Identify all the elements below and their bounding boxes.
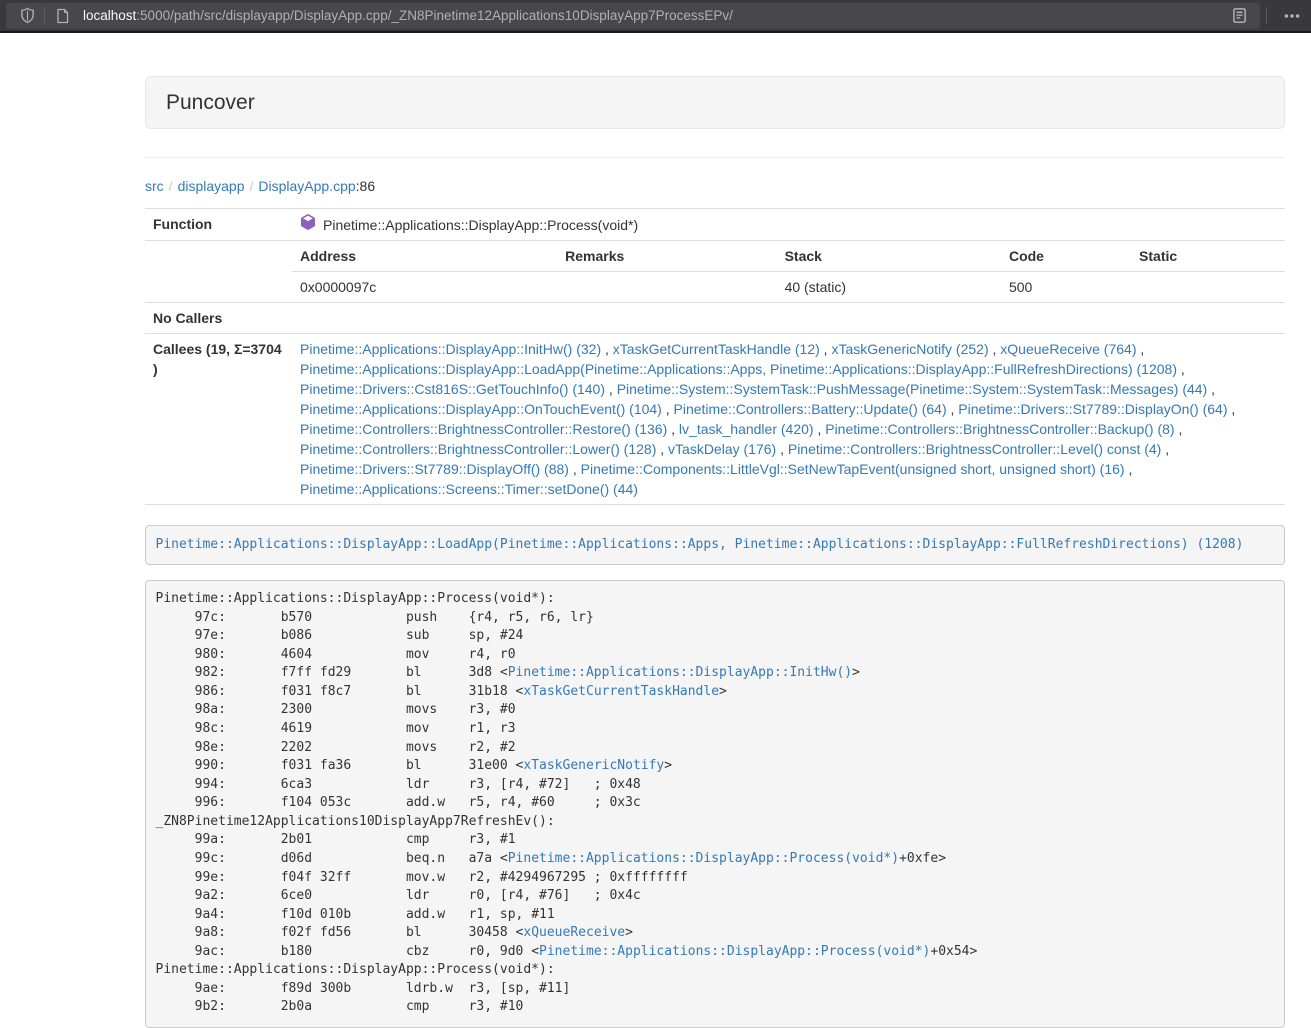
no-callers-label: No Callers (145, 303, 292, 334)
disassembly-symbol-link[interactable]: Pinetime::Applications::DisplayApp::Proc… (508, 851, 899, 866)
disassembly-symbol-link[interactable]: xTaskGenericNotify (523, 758, 664, 773)
stack-value: 40 (static) (777, 272, 1001, 303)
more-menu-icon[interactable] (1279, 4, 1305, 28)
column-header-stack: Stack (777, 241, 1001, 272)
disassembly-symbol-link[interactable]: Pinetime::Applications::DisplayApp::Proc… (539, 944, 930, 959)
callee-link[interactable]: Pinetime::Controllers::BrightnessControl… (300, 441, 656, 457)
callee-link[interactable]: vTaskDelay (176) (668, 441, 776, 457)
function-name-wrap: Pinetime::Applications::DisplayApp::Proc… (300, 214, 638, 235)
page-info-icon[interactable] (49, 4, 75, 28)
callee-link[interactable]: Pinetime::Drivers::St7789::DisplayOn() (… (958, 401, 1227, 417)
callee-line: Pinetime::Controllers::BrightnessControl… (300, 419, 1277, 439)
callee-link[interactable]: Pinetime::Controllers::BrightnessControl… (300, 421, 667, 437)
column-header-address: Address (292, 241, 557, 272)
url-text[interactable]: localhost:5000/path/src/displayapp/Displ… (83, 8, 1226, 23)
callee-link[interactable]: Pinetime::Applications::DisplayApp::Load… (300, 361, 1177, 377)
loadapp-snippet: Pinetime::Applications::DisplayApp::Load… (145, 525, 1285, 565)
callees-list: Pinetime::Applications::DisplayApp::Init… (292, 334, 1285, 505)
breadcrumb-separator: / (164, 178, 178, 194)
callee-link[interactable]: Pinetime::Controllers::BrightnessControl… (788, 441, 1161, 457)
url-bar[interactable]: localhost:5000/path/src/displayapp/Displ… (6, 3, 1260, 29)
code-value: 500 (1001, 272, 1131, 303)
callee-link[interactable]: Pinetime::Controllers::BrightnessControl… (825, 421, 1174, 437)
function-row: Function Pinetime::Applications::Display… (145, 209, 1285, 241)
callee-link[interactable]: Pinetime::Applications::DisplayApp::OnTo… (300, 401, 662, 417)
disassembly-symbol-link[interactable]: xQueueReceive (523, 925, 625, 940)
callee-link[interactable]: xQueueReceive (764) (1000, 341, 1136, 357)
function-details-row: Address Remarks Stack Code Static 0x0000… (145, 241, 1285, 303)
column-header-code: Code (1001, 241, 1131, 272)
callees-row: Callees (19, Σ=3704 ) Pinetime::Applicat… (145, 334, 1285, 505)
callee-line: Pinetime::Applications::Screens::Timer::… (300, 479, 1277, 499)
callee-link[interactable]: Pinetime::Drivers::Cst816S::GetTouchInfo… (300, 381, 605, 397)
callee-line: Pinetime::Applications::DisplayApp::OnTo… (300, 399, 1277, 419)
breadcrumb-link-displayapp[interactable]: displayapp (178, 178, 245, 194)
page-title-banner: Puncover (145, 76, 1285, 129)
toolbar-divider (1266, 7, 1267, 24)
function-details-table: Address Remarks Stack Code Static 0x0000… (292, 241, 1285, 302)
disassembly-symbol-link[interactable]: Pinetime::Applications::DisplayApp::Init… (508, 665, 852, 680)
callee-link[interactable]: Pinetime::Components::LittleVgl::SetNewT… (581, 461, 1125, 477)
breadcrumb-line-number: :86 (356, 178, 375, 194)
callee-link[interactable]: xTaskGetCurrentTaskHandle (12) (613, 341, 820, 357)
callee-line: Pinetime::Controllers::BrightnessControl… (300, 439, 1277, 459)
callee-link[interactable]: Pinetime::Controllers::Battery::Update()… (674, 401, 947, 417)
breadcrumb-link-src[interactable]: src (145, 178, 164, 194)
column-header-static: Static (1131, 241, 1285, 272)
no-callers-row: No Callers (145, 303, 1285, 334)
callee-link[interactable]: xTaskGenericNotify (252) (831, 341, 988, 357)
callee-link[interactable]: Pinetime::Drivers::St7789::DisplayOff() … (300, 461, 569, 477)
function-table: Function Pinetime::Applications::Display… (145, 208, 1285, 505)
url-host: localhost (83, 8, 136, 23)
disassembly-symbol-link[interactable]: xTaskGetCurrentTaskHandle (523, 684, 719, 699)
callee-line: Pinetime::Applications::DisplayApp::Init… (300, 339, 1277, 359)
page-title: Puncover (166, 91, 1264, 114)
callee-link[interactable]: Pinetime::System::SystemTask::PushMessag… (617, 381, 1208, 397)
callee-link[interactable]: Pinetime::Applications::Screens::Timer::… (300, 481, 638, 497)
callee-line: Pinetime::Applications::DisplayApp::Load… (300, 359, 1277, 379)
reader-mode-icon[interactable] (1226, 4, 1252, 28)
column-header-remarks: Remarks (557, 241, 776, 272)
breadcrumb: src/displayapp/DisplayApp.cpp:86 (145, 176, 1285, 196)
loadapp-link[interactable]: Pinetime::Applications::DisplayApp::Load… (156, 537, 1244, 552)
function-label: Function (145, 209, 292, 241)
breadcrumb-link-file[interactable]: DisplayApp.cpp (258, 178, 355, 194)
remarks-value (557, 272, 776, 303)
page-content: Puncover src/displayapp/DisplayApp.cpp:8… (145, 33, 1285, 1028)
table-row: 0x0000097c 40 (static) 500 (292, 272, 1285, 303)
callee-line: Pinetime::Drivers::St7789::DisplayOff() … (300, 459, 1277, 479)
divider (145, 157, 1285, 158)
callees-label: Callees (19, Σ=3704 ) (145, 334, 292, 505)
disassembly-block: Pinetime::Applications::DisplayApp::Proc… (145, 580, 1285, 1028)
callee-link[interactable]: lv_task_handler (420) (679, 421, 814, 437)
tracking-protection-shield-icon[interactable] (14, 4, 40, 28)
url-path: :5000/path/src/displayapp/DisplayApp.cpp… (136, 8, 733, 23)
callee-line: Pinetime::Drivers::Cst816S::GetTouchInfo… (300, 379, 1277, 399)
package-icon (300, 214, 316, 235)
static-value (1131, 272, 1285, 303)
browser-toolbar: localhost:5000/path/src/displayapp/Displ… (0, 0, 1311, 33)
callee-link[interactable]: Pinetime::Applications::DisplayApp::Init… (300, 341, 601, 357)
no-callers-value (292, 303, 1285, 334)
breadcrumb-separator: / (245, 178, 259, 194)
urlbar-divider (44, 7, 45, 24)
function-name: Pinetime::Applications::DisplayApp::Proc… (323, 215, 638, 235)
empty-label-cell (145, 241, 292, 303)
address-value: 0x0000097c (292, 272, 557, 303)
